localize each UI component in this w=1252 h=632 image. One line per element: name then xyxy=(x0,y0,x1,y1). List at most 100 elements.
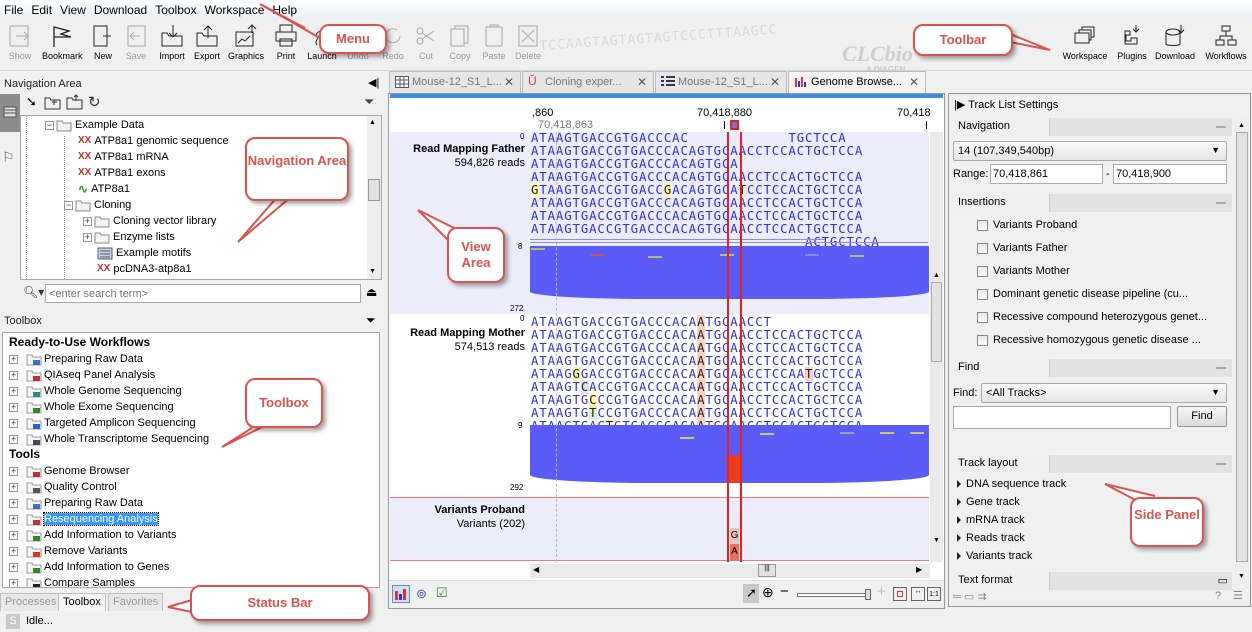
tab-favorites[interactable]: Favorites xyxy=(108,593,164,611)
toolbox-item-remove-variants[interactable]: + Remove Variants xyxy=(9,543,128,559)
tree-item-atp8a1-exons[interactable]: XX ATP8a1 exons xyxy=(78,165,166,181)
toolbox-item-add-information-to-genes[interactable]: + Add Information to Genes xyxy=(9,559,169,575)
tree-item-pcdna3-atp8a1[interactable]: XX pcDNA3-atp8a1 xyxy=(97,261,192,277)
toolbox-item-resequencing-analysis[interactable]: + Resequencing Analysis xyxy=(9,511,159,527)
plugins-button[interactable]: Plugins xyxy=(1112,23,1152,61)
tree-item-atp8a1-protein[interactable]: ∿ ATP8a1 xyxy=(78,181,130,197)
chromosome-select[interactable]: 14 (107,349,540bp) ▼ xyxy=(953,141,1227,161)
zoom-100-icon[interactable]: 1:1 xyxy=(927,587,941,601)
eject-icon[interactable]: ⏏ xyxy=(366,285,377,299)
tree-item-atp8a1-genomic[interactable]: XX ATP8a1 genomic sequence xyxy=(78,133,229,149)
range-from-input[interactable] xyxy=(990,164,1103,184)
tree-item-enzyme-lists[interactable]: + Enzyme lists xyxy=(83,229,175,245)
zoom-slider-handle[interactable] xyxy=(865,589,871,600)
history-icon[interactable]: ⊚ xyxy=(416,586,427,602)
export-button[interactable]: Export xyxy=(187,23,227,61)
insertion-checkbox[interactable]: Recessive homozygous genetic disease ... xyxy=(977,333,1201,349)
scroll-thumb[interactable] xyxy=(368,179,380,201)
collapse-all-icon[interactable]: ═ xyxy=(953,591,961,603)
expand-icon[interactable]: + xyxy=(9,402,18,412)
settings-list-icon[interactable]: ☰ xyxy=(1233,589,1243,602)
genome-browser-view-icon[interactable] xyxy=(392,585,410,603)
tree-item-cloning[interactable]: − Cloning xyxy=(64,197,131,213)
workspace-button[interactable]: Workspace xyxy=(1062,23,1108,61)
bookmarks-tab-flag-icon[interactable]: ⚐ xyxy=(2,149,15,166)
find-section-header[interactable]: Find xyxy=(952,359,1232,377)
find-input[interactable] xyxy=(953,406,1171,429)
tab-processes[interactable]: Processes xyxy=(0,593,62,611)
find-button[interactable]: Find xyxy=(1177,406,1227,427)
find-scope-select[interactable]: <All Tracks> ▼ xyxy=(981,383,1227,403)
track-layout-item[interactable]: Reads track xyxy=(957,532,1025,544)
checkbox-icon[interactable] xyxy=(977,219,988,231)
tree-item-atp8a1-mrna[interactable]: XX ATP8a1 mRNA xyxy=(78,149,169,165)
save-settings-icon[interactable]: ▭ xyxy=(964,591,974,603)
insertion-checkbox[interactable]: Dominant genetic disease pipeline (cu... xyxy=(977,287,1188,303)
toolbox-item-whole-genome-sequencing[interactable]: + Whole Genome Sequencing xyxy=(9,383,182,399)
insertion-checkbox[interactable]: Variants Mother xyxy=(977,264,1070,280)
toolbox-item-add-information-to-variants[interactable]: + Add Information to Variants xyxy=(9,527,176,543)
menu-download[interactable]: Download xyxy=(90,0,151,17)
track-layout-section-header[interactable]: Track layout xyxy=(952,455,1232,473)
toolbox-menu-icon[interactable]: ⏷ xyxy=(366,313,376,328)
expand-icon[interactable]: + xyxy=(9,562,18,572)
element-info-icon[interactable]: ☑ xyxy=(436,585,448,601)
bookmark-button[interactable]: Bookmark xyxy=(42,23,83,61)
text-format-section-header[interactable]: Text format ▭ xyxy=(952,572,1232,590)
track-layout-item[interactable]: Variants track xyxy=(957,550,1032,562)
track-list-settings-header[interactable]: |▶ Track List Settings xyxy=(954,98,1058,111)
toolbox-item-quality-control[interactable]: + Quality Control xyxy=(9,479,117,495)
expand-icon[interactable]: + xyxy=(9,370,18,380)
zoom-in-tool-icon[interactable]: ⊕ xyxy=(762,584,774,601)
insertion-checkbox[interactable]: Variants Proband xyxy=(977,218,1077,234)
insertion-checkbox[interactable]: Recessive compound heterozygous genet... xyxy=(977,310,1207,326)
fit-width-icon[interactable]: ↔ xyxy=(911,587,925,601)
insertions-section-header[interactable]: Insertions xyxy=(952,194,1232,212)
track-layout-item[interactable]: Gene track xyxy=(957,496,1020,508)
tree-item-cloning-vector-library[interactable]: + Cloning vector library xyxy=(83,213,216,229)
checkbox-icon[interactable] xyxy=(977,265,988,277)
arrow-icon[interactable]: ➘ xyxy=(26,94,37,110)
toolbox-item-whole-transcriptome-sequencing[interactable]: + Whole Transcriptome Sequencing xyxy=(9,431,209,447)
zoom-out-icon[interactable]: − xyxy=(780,583,789,600)
toolbox-item-compare-samples[interactable]: + Compare Samples xyxy=(9,575,135,587)
expand-icon[interactable]: + xyxy=(9,514,18,524)
tab-cloning-experiment[interactable]: Ŭ Cloning exper... ✕ xyxy=(522,71,654,93)
range-to-input[interactable] xyxy=(1113,164,1227,184)
expand-icon[interactable]: + xyxy=(9,498,18,508)
show-button[interactable]: Show xyxy=(0,23,40,61)
expand-icon[interactable]: + xyxy=(9,466,18,476)
help-icon[interactable]: ? xyxy=(1215,590,1221,602)
track-layout-item[interactable]: mRNA track xyxy=(957,514,1025,526)
insertion-checkbox[interactable]: Variants Father xyxy=(977,241,1067,257)
print-button[interactable]: Print xyxy=(266,23,306,61)
search-icon[interactable]: 🔍︎▾ xyxy=(23,285,44,299)
filter-icon[interactable]: ⏷ xyxy=(364,94,374,110)
download-button[interactable]: Download xyxy=(1153,23,1197,61)
horizontal-scroll-thumb[interactable]: ||| xyxy=(758,564,776,577)
checkbox-icon[interactable] xyxy=(977,334,988,346)
close-tab-icon[interactable]: ✕ xyxy=(909,72,919,93)
tab-genome-browser[interactable]: Genome Browse... ✕ xyxy=(788,71,926,94)
vertical-scroll-thumb[interactable] xyxy=(931,282,942,362)
tab-mouse-table[interactable]: Mouse-12_S1_L... ✕ xyxy=(389,71,521,93)
toolbox-item-genome-browser[interactable]: + Genome Browser xyxy=(9,463,130,479)
menu-view[interactable]: View xyxy=(56,0,90,17)
collapse-panel-icon[interactable]: ◀| xyxy=(368,76,379,89)
vertical-scrollbar[interactable]: ▲ ▼ xyxy=(930,132,943,562)
toolbox-item-qiaseq-panel-analysis[interactable]: + QIAseq Panel Analysis xyxy=(9,367,155,383)
navigation-section-header[interactable]: Navigation xyxy=(952,118,1232,136)
tree-item-example-data[interactable]: − Example Data xyxy=(45,117,144,133)
save-button[interactable]: Save xyxy=(116,23,156,61)
track-layout-item[interactable]: DNA sequence track xyxy=(957,478,1066,490)
side-scroll-thumb[interactable] xyxy=(1236,132,1248,562)
zoom-in-icon[interactable]: + xyxy=(877,583,886,600)
menu-workspace[interactable]: Workspace xyxy=(201,0,269,17)
fit-selection-icon[interactable] xyxy=(893,587,907,601)
close-tab-icon[interactable]: ✕ xyxy=(637,72,647,93)
close-tab-icon[interactable]: ✕ xyxy=(504,72,514,93)
expand-icon[interactable]: + xyxy=(9,530,18,540)
expand-icon[interactable]: + xyxy=(9,546,18,556)
checkbox-icon[interactable] xyxy=(977,288,988,300)
tab-mouse-list[interactable]: Mouse-12_S1_L... ✕ xyxy=(655,71,787,93)
